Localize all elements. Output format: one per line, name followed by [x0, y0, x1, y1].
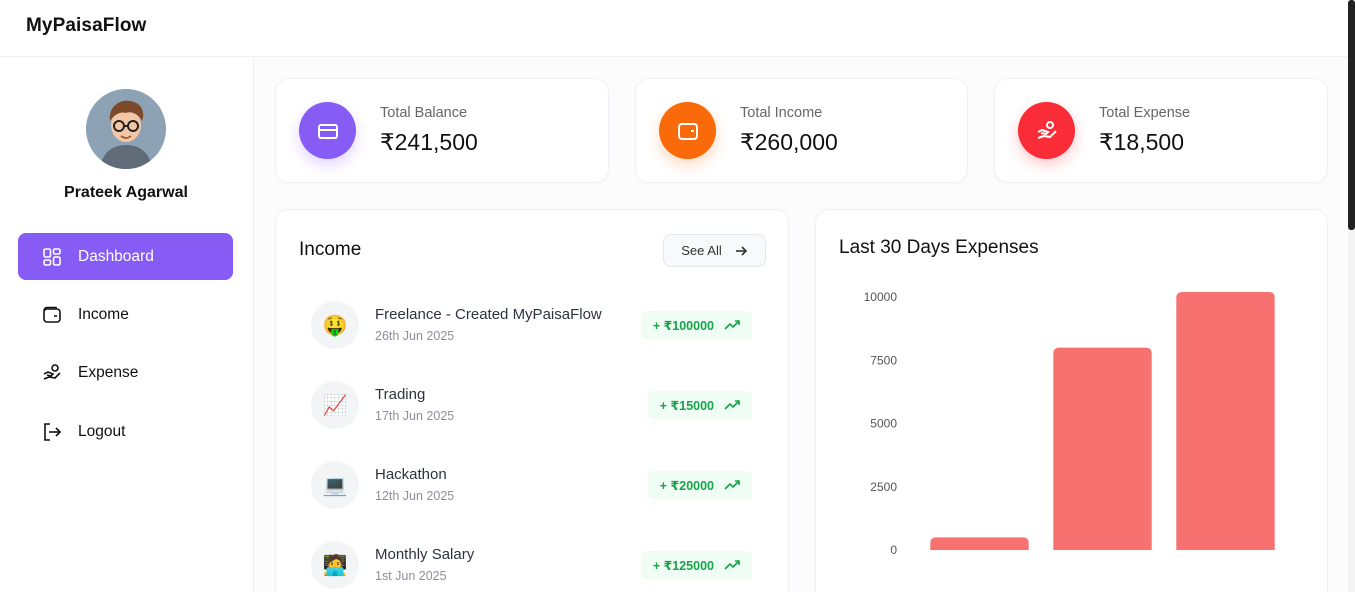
stat-value: ₹241,500: [380, 129, 478, 155]
stat-value: ₹18,500: [1099, 129, 1184, 155]
total-balance-card: Total Balance ₹241,500: [275, 78, 609, 183]
stat-label: Total Expense: [1099, 105, 1191, 121]
sidebar-item-label: Dashboard: [78, 247, 154, 265]
stat-value: ₹260,000: [740, 129, 838, 155]
amount-text: + ₹100000: [652, 318, 714, 333]
sidebar-item-label: Income: [78, 305, 129, 323]
transaction-emoji: 💻: [311, 461, 359, 509]
top-bar: MyPaisaFlow: [0, 0, 1348, 57]
avatar-image: [86, 89, 166, 169]
hand-coins-icon: [42, 363, 62, 383]
y-tick-label: 10000: [864, 290, 898, 304]
transaction-date: 17th Jun 2025: [375, 409, 455, 423]
transaction-title: Trading: [375, 386, 426, 403]
user-name: Prateek Agarwal: [64, 184, 188, 201]
wallet-icon: [659, 102, 716, 159]
transaction-title: Freelance - Created MyPaisaFlow: [375, 306, 602, 323]
list-item[interactable]: 🤑 Freelance - Created MyPaisaFlow 26th J…: [276, 301, 788, 351]
transaction-date: 26th Jun 2025: [375, 329, 455, 343]
stat-label: Total Balance: [380, 105, 468, 121]
trending-up-icon: [724, 319, 740, 331]
list-item[interactable]: 💻 Hackathon 12th Jun 2025 + ₹20000: [276, 461, 788, 511]
see-all-button[interactable]: See All: [663, 234, 766, 267]
amount-text: + ₹15000: [659, 398, 714, 413]
income-card: Income See All 🤑 Freelance - Created MyP…: [275, 209, 789, 592]
avatar: [86, 89, 166, 169]
sidebar-item-dashboard[interactable]: Dashboard: [18, 233, 233, 280]
trending-up-icon: [724, 559, 740, 571]
page-scrollbar[interactable]: [1348, 0, 1355, 592]
wallet-icon: [42, 305, 62, 325]
total-income-card: Total Income ₹260,000: [635, 78, 968, 183]
dashboard-icon: [42, 247, 62, 267]
transaction-emoji: 🧑‍💻: [311, 541, 359, 589]
expenses-bar-chart: 0 2500 5000 7500 10000: [864, 290, 1275, 557]
transaction-date: 12th Jun 2025: [375, 489, 455, 503]
sidebar-item-logout[interactable]: Logout: [18, 408, 233, 455]
transaction-amount: + ₹15000: [647, 391, 752, 419]
transaction-amount: + ₹20000: [647, 471, 752, 499]
transaction-title: Hackathon: [375, 466, 447, 483]
arrow-right-icon: [734, 244, 748, 258]
transaction-amount: + ₹100000: [640, 311, 752, 339]
transaction-amount: + ₹125000: [640, 551, 752, 579]
y-tick-label: 2500: [870, 480, 897, 494]
credit-card-icon: [299, 102, 356, 159]
income-title: Income: [299, 239, 362, 260]
scrollbar-thumb[interactable]: [1348, 0, 1355, 230]
expenses-chart-card: Last 30 Days Expenses 0 2500 5000 7500 10000: [815, 209, 1328, 592]
sidebar-item-income[interactable]: Income: [18, 291, 233, 338]
total-expense-card: Total Expense ₹18,500: [994, 78, 1328, 183]
y-tick-label: 5000: [870, 417, 897, 431]
chart-bar[interactable]: [930, 537, 1029, 550]
y-tick-label: 0: [890, 543, 897, 557]
sidebar-item-expense[interactable]: Expense: [18, 349, 233, 396]
list-item[interactable]: 🧑‍💻 Monthly Salary 1st Jun 2025 + ₹12500…: [276, 541, 788, 591]
logout-icon: [42, 422, 62, 442]
sidebar: Prateek Agarwal Dashboard Income Expense: [0, 57, 254, 592]
stat-label: Total Income: [740, 105, 823, 121]
transaction-title: Monthly Salary: [375, 546, 475, 563]
amount-text: + ₹20000: [659, 478, 714, 493]
trending-up-icon: [724, 479, 740, 491]
app-title: MyPaisaFlow: [26, 15, 147, 36]
see-all-label: See All: [681, 243, 722, 258]
hand-coins-icon: [1018, 102, 1075, 159]
chart-bar[interactable]: [1053, 347, 1152, 550]
list-item[interactable]: 📈 Trading 17th Jun 2025 + ₹15000: [276, 381, 788, 431]
transaction-emoji: 📈: [311, 381, 359, 429]
sidebar-item-label: Expense: [78, 363, 139, 381]
chart-bar[interactable]: [1176, 291, 1275, 550]
sidebar-item-label: Logout: [78, 422, 126, 440]
trending-up-icon: [724, 399, 740, 411]
y-tick-label: 7500: [870, 353, 897, 367]
transaction-emoji: 🤑: [311, 301, 359, 349]
transaction-date: 1st Jun 2025: [375, 569, 447, 583]
amount-text: + ₹125000: [652, 558, 714, 573]
